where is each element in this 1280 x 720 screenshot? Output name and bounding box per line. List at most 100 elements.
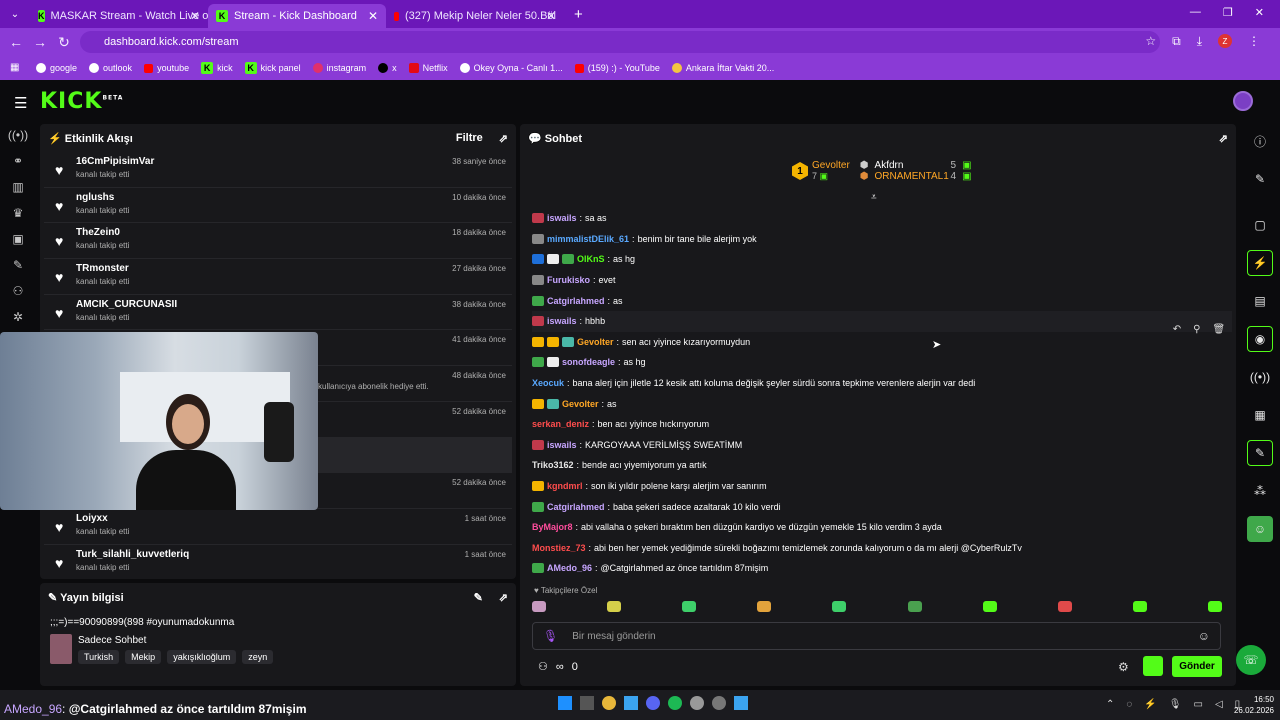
event-row[interactable]: ♥ nglushs kanalı takip etti 10 dakika önce — [44, 188, 512, 224]
bookmark-item[interactable]: instagram — [312, 63, 366, 73]
chat-username[interactable]: Catgirlahmed — [547, 296, 605, 306]
task-view-icon[interactable] — [580, 696, 594, 710]
event-row[interactable]: ♥ AMCIK_CURCUNASII kanalı takip etti 38 dak… — [44, 295, 512, 331]
camera-icon[interactable]: ▢ — [1247, 212, 1273, 238]
chat-message[interactable]: mimmalistDElik_61: benim bir tane bile al… — [532, 229, 1232, 250]
emote-icon[interactable] — [1207, 601, 1222, 612]
chat-settings-icon[interactable]: ⚙ — [1118, 660, 1129, 674]
chat-message[interactable]: Gevolter: as — [532, 393, 1232, 414]
chat-username[interactable]: mimmalistDElik_61 — [547, 234, 629, 244]
chat-message[interactable]: ByMajor8: abi vallaha o şekeri bıraktım b… — [532, 517, 1232, 538]
chat-username[interactable]: Gevolter — [562, 399, 599, 409]
info-icon[interactable]: ⓘ — [1247, 128, 1273, 154]
chat-message[interactable]: AMedo_96: @Catgirlahmed az önce tartıldım… — [532, 558, 1232, 579]
emote-icon[interactable] — [532, 601, 546, 612]
steam-icon[interactable] — [734, 696, 748, 710]
user-avatar[interactable] — [1233, 91, 1253, 111]
settings-icon[interactable]: ✲ — [0, 304, 36, 330]
stream-tag[interactable]: yakışıklıoğlum — [167, 649, 237, 664]
kick-emote-button[interactable] — [1143, 656, 1163, 676]
support-button[interactable]: ☏ — [1236, 645, 1266, 675]
forward-icon[interactable]: → — [28, 34, 52, 50]
trophy-icon[interactable]: ♛ — [0, 200, 36, 226]
popout-icon[interactable]: ⇗ — [499, 132, 508, 145]
popout-icon[interactable]: ⇗ — [1219, 132, 1228, 145]
chat-message[interactable]: OlKnS: as hg — [532, 249, 1232, 270]
tab-search-icon[interactable]: ⌄ — [0, 9, 30, 20]
microphone-icon[interactable]: 🎙 — [1169, 699, 1182, 710]
wrench-icon[interactable]: ✎ — [0, 252, 36, 278]
chat-username[interactable]: OlKnS — [577, 254, 605, 264]
chat-username[interactable]: kgndmrl — [547, 481, 583, 491]
chat-username[interactable]: iswails — [547, 213, 577, 223]
edit-icon[interactable]: ✎ — [474, 591, 483, 604]
windows-start-icon[interactable] — [558, 696, 572, 710]
chat-message[interactable]: Furukisko: evet — [532, 270, 1232, 291]
chat-message[interactable]: serkan_deniz: ben acı yiyince hıckırıyoru… — [532, 414, 1232, 435]
tray-app-icon[interactable]: ⚡ — [1144, 699, 1156, 710]
tray-chevron-icon[interactable]: ⌃ — [1106, 699, 1114, 710]
chat-username[interactable]: Catgirlahmed — [547, 502, 605, 512]
emoji-icon[interactable]: ☺ — [1198, 629, 1210, 643]
bookmark-star-icon[interactable]: ☆ — [1145, 34, 1156, 49]
emote-icon[interactable] — [982, 601, 997, 612]
chat-message[interactable]: iswails: KARGOYAAA VERİLMİŞŞ SWEATİMM — [532, 435, 1232, 456]
game-icon[interactable]: ☺ — [1247, 516, 1273, 542]
kick-logo[interactable]: KICKBETA — [40, 89, 123, 114]
chat-username[interactable]: ByMajor8 — [532, 522, 573, 532]
bookmark-item[interactable]: google — [36, 63, 77, 73]
chat-username[interactable]: serkan_deniz — [532, 419, 589, 429]
chat-message[interactable]: Catgirlahmed: as — [532, 290, 1232, 311]
close-tab-icon[interactable]: ✕ — [368, 9, 378, 23]
stream-tag[interactable]: zeyn — [242, 649, 274, 664]
stream-tag[interactable]: Turkish — [78, 649, 120, 664]
event-row[interactable]: ♥ Loiyxx kanalı takip etti 1 saat önce — [44, 509, 512, 545]
new-tab-icon[interactable]: + — [574, 6, 583, 23]
video-icon[interactable]: ▣ — [0, 226, 36, 252]
reload-icon[interactable]: ↻ — [52, 34, 76, 51]
chat-username[interactable]: iswails — [547, 316, 577, 326]
back-icon[interactable]: ← — [4, 34, 28, 50]
extensions-icon[interactable]: ⧉ — [1172, 34, 1181, 49]
users-icon[interactable]: ⚇ — [0, 278, 36, 304]
wifi-icon[interactable]: ▭ — [1194, 699, 1203, 710]
print-icon[interactable]: ▦ — [1247, 402, 1273, 428]
obs-icon[interactable] — [690, 696, 704, 710]
document-icon[interactable]: ▤ — [1247, 288, 1273, 314]
close-tab-icon[interactable]: ✕ — [546, 9, 556, 23]
close-window-icon[interactable]: ✕ — [1255, 6, 1264, 19]
discord-icon[interactable] — [646, 696, 660, 710]
emote-icon[interactable] — [1132, 601, 1147, 612]
app-icon[interactable] — [624, 696, 638, 710]
tray-app-icon[interactable]: ◌ — [1126, 699, 1132, 710]
broadcast-icon[interactable]: ((•)) — [1247, 364, 1273, 390]
chat-username[interactable]: Xeocuk — [532, 378, 564, 388]
hamburger-menu-icon[interactable]: ☰ — [14, 94, 27, 112]
url-input[interactable]: dashboard.kick.com/stream — [80, 31, 1160, 53]
stream-tag[interactable]: Mekip — [125, 649, 162, 664]
chat-message[interactable]: Monstiez_73: abi ben her yemek yediğimde … — [532, 538, 1232, 559]
pin-icon[interactable]: ⚲ — [1193, 324, 1200, 340]
chat-message[interactable]: iswails: hbhb — [532, 310, 1232, 332]
collapse-leaderboard-icon[interactable]: ⩡ — [871, 192, 877, 203]
emote-icon[interactable] — [907, 601, 922, 612]
bookmark-item[interactable]: x — [378, 63, 397, 73]
emote-icon[interactable] — [832, 601, 847, 612]
bookmark-item[interactable]: youtube — [144, 63, 189, 73]
event-row[interactable]: ♥ TRmonster kanalı takip etti 27 dakika önc… — [44, 259, 512, 295]
analytics-icon[interactable]: ▥ — [0, 174, 36, 200]
restore-icon[interactable]: ❐ — [1223, 6, 1233, 19]
category-name[interactable]: Sadece Sohbet — [78, 635, 273, 646]
close-tab-icon[interactable]: ✕ — [190, 9, 200, 23]
chat-username[interactable]: Furukisko — [547, 275, 590, 285]
profile-avatar[interactable]: Z — [1218, 34, 1232, 48]
stream-broadcast-icon[interactable]: ((•)) — [0, 122, 36, 148]
event-row[interactable]: ♥ TheZein0 kanalı takip etti 18 dakika önce — [44, 223, 512, 260]
bookmark-item[interactable]: (159) :) - YouTube — [574, 63, 660, 73]
chat-icon[interactable]: ◉ — [1247, 326, 1273, 352]
browser-tab[interactable]: (327) Mekip Neler Neler 50.Böl ✕ — [386, 4, 564, 28]
chat-message[interactable]: Gevolter: sen acı yiyince kızarıyormuydun — [532, 332, 1232, 353]
spotify-icon[interactable] — [668, 696, 682, 710]
share-icon[interactable]: ⁂ — [1247, 478, 1273, 504]
infinity-icon[interactable]: ∞ — [556, 661, 564, 673]
